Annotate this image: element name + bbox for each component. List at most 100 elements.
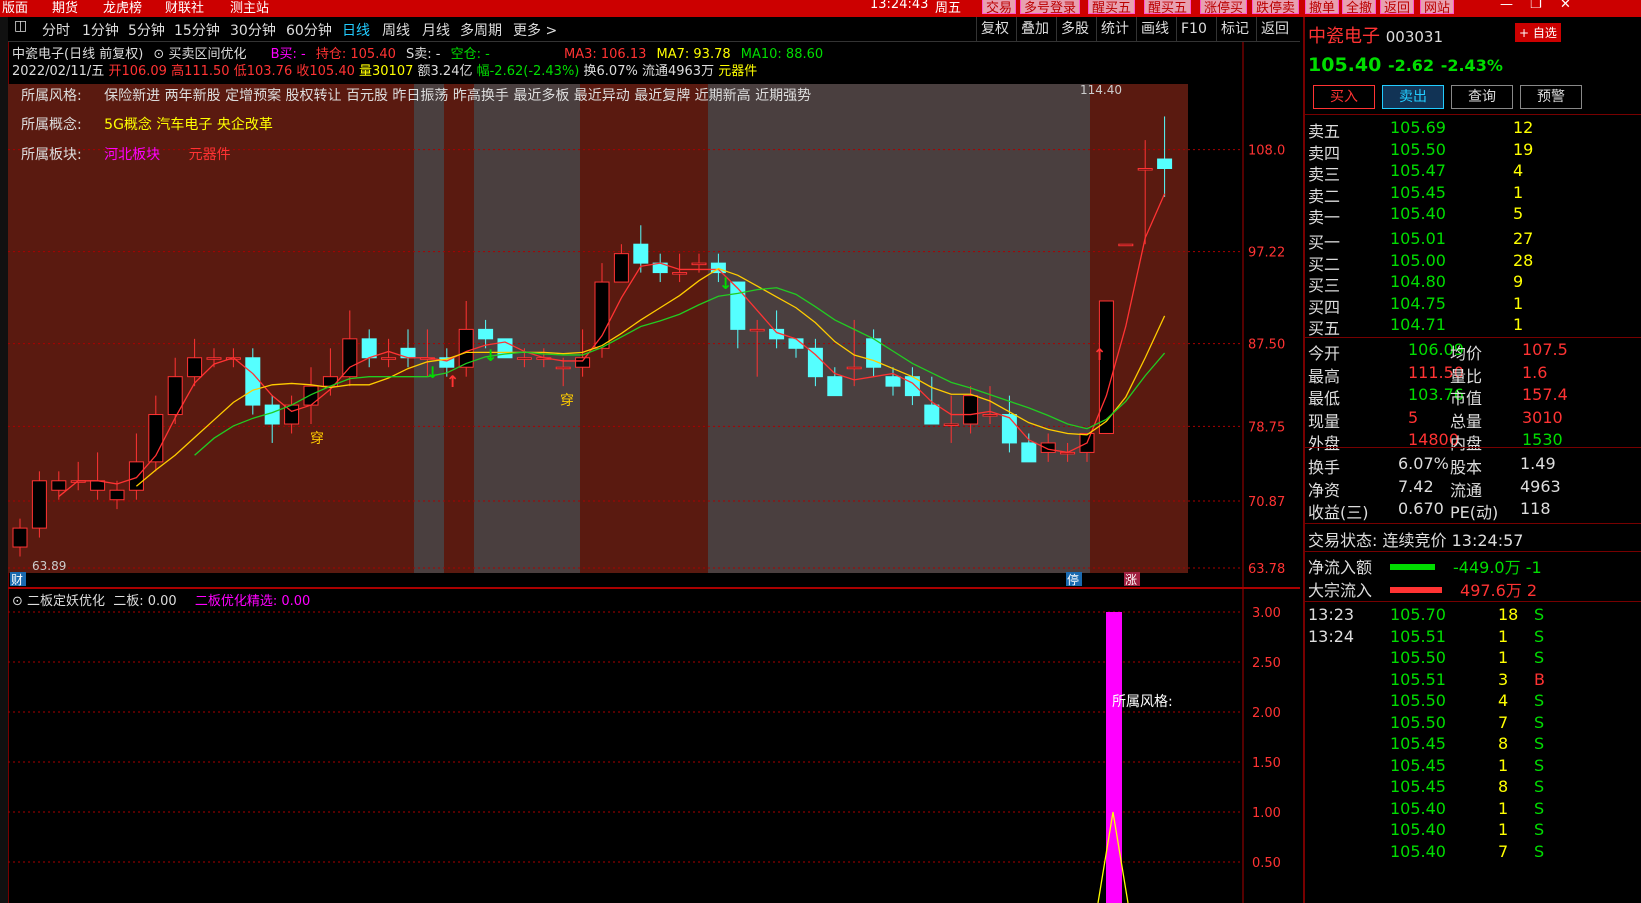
period-tab[interactable]: 15分钟 <box>174 20 220 40</box>
bottom-tag: 停 <box>1067 572 1079 587</box>
chart-area[interactable]: 108.0 97.22 87.50 78.75 70.87 63.78 3.00 2.50 2.… <box>8 42 1300 903</box>
period-tab[interactable]: 60分钟 <box>286 20 332 40</box>
add-watchlist-button[interactable]: + 自选 <box>1515 23 1561 42</box>
alert-button[interactable]: 预警 <box>1520 85 1582 109</box>
ohlc-float: 流通4963万 <box>641 64 715 79</box>
sub-title[interactable]: 二板定妖优化 <box>27 594 105 609</box>
chuan-marker: 穿 <box>310 431 324 447</box>
limit-up-buy-button[interactable]: 涨停买 <box>1200 0 1248 16</box>
website-button[interactable]: 网站 <box>1420 0 1455 16</box>
kline-chart[interactable]: 108.0 97.22 87.50 78.75 70.87 63.78 3.00 2.50 2.… <box>8 42 1300 903</box>
trade-button[interactable]: 交易 <box>982 0 1017 16</box>
period-tab[interactable]: 多周期 <box>460 20 502 40</box>
close-icon[interactable]: ✕ <box>1560 0 1571 12</box>
ohlc-turn: 换6.07% <box>583 64 638 79</box>
y-tick-label: 97.22 <box>1248 246 1285 261</box>
menu-item[interactable]: 期货 <box>52 0 78 16</box>
period-tab[interactable]: 周线 <box>382 20 410 40</box>
period-tab[interactable]: 30分钟 <box>230 20 276 40</box>
candle-body <box>1118 243 1134 247</box>
board-value-1: 河北板块 <box>104 147 161 163</box>
sub-indicator-icon[interactable]: ⊙ <box>12 594 23 609</box>
candle-body <box>1137 167 1153 171</box>
quote-price: 105.40 -2.62 -2.43% <box>1308 54 1503 76</box>
weekday: 周五 <box>935 1 962 16</box>
candle-body <box>924 404 940 425</box>
sub-bar <box>1106 612 1122 903</box>
candle-body <box>827 376 843 397</box>
ohlc-open: 开106.09 <box>108 64 167 79</box>
top-menu-bar: 版面 期货 龙虎榜 财联社 测主站 13:24:43 周五 交易 多号登录 醒买… <box>0 0 1641 17</box>
bg-grey-band <box>474 84 580 573</box>
quick-buy-button[interactable]: 醒买五 <box>1088 0 1136 16</box>
limit-down-sell-button[interactable]: 跌停卖 <box>1252 0 1300 16</box>
signal-arrow-icon: ↓ <box>484 346 497 365</box>
low-label: 63.89 <box>32 559 66 573</box>
period-tab[interactable]: 5分钟 <box>128 20 165 40</box>
candle-body <box>575 357 591 368</box>
candle-body <box>51 480 67 491</box>
draw-button[interactable]: 画线 <box>1136 17 1173 41</box>
ohlc-chg: 幅-2.62(-2.43%) <box>476 64 580 79</box>
maximize-icon[interactable]: ❐ <box>1530 0 1542 12</box>
cancel-all-button[interactable]: 全撤 <box>1342 0 1377 16</box>
f10-button[interactable]: F10 <box>1176 17 1211 41</box>
candle-body <box>206 357 222 360</box>
menu-item[interactable]: 龙虎榜 <box>103 0 142 16</box>
overlay-button[interactable]: 叠加 <box>1016 17 1053 41</box>
minimize-icon[interactable]: — <box>1500 0 1513 12</box>
concept-label: 所属概念: <box>21 117 82 133</box>
period-tab[interactable]: 分时 <box>42 20 70 40</box>
candle-body <box>1040 442 1056 453</box>
candle-body <box>982 414 998 417</box>
stats-button[interactable]: 统计 <box>1096 17 1133 41</box>
menu-item[interactable]: 财联社 <box>165 0 204 16</box>
candle-body <box>109 489 125 501</box>
candle-body <box>672 272 688 275</box>
candle-body <box>303 385 319 406</box>
style-value: 保险新进 两年新股 定增预案 股权转让 百元股 昨日振荡 昨高换手 最近多板 最… <box>104 88 812 104</box>
ohlc-line: 2022/02/11/五 开106.09 高111.50 低103.76 收10… <box>12 60 757 79</box>
sell-button[interactable]: 卖出 <box>1382 85 1444 109</box>
board-tags: 所属板块: 河北板块 元器件 <box>21 144 231 164</box>
query-button[interactable]: 查询 <box>1451 85 1513 109</box>
candle-body <box>594 281 610 349</box>
cancel-order-button[interactable]: 撤单 <box>1305 0 1340 16</box>
candle-body <box>691 262 707 266</box>
sub-tick-label: 1.00 <box>1252 806 1281 821</box>
signal-arrow-icon: ↑ <box>446 372 459 391</box>
return-button[interactable]: 返回 <box>1256 17 1293 41</box>
candle-body <box>807 347 823 378</box>
period-tab-daily[interactable]: 日线 <box>342 20 370 40</box>
multi-stock-button[interactable]: 多股 <box>1056 17 1093 41</box>
ohlc-vol: 量30107 <box>359 64 414 79</box>
candle-body <box>749 328 765 332</box>
candle-body <box>1098 300 1114 434</box>
y-tick-label: 78.75 <box>1248 420 1285 435</box>
candle-body <box>555 366 571 370</box>
multi-login-button[interactable]: 多号登录 <box>1020 0 1081 16</box>
y-tick-label: 70.87 <box>1248 495 1285 510</box>
menu-item[interactable]: 测主站 <box>230 0 269 16</box>
adjust-button[interactable]: 复权 <box>976 17 1013 41</box>
board-value-2: 元器件 <box>188 147 231 163</box>
candle-body <box>516 357 532 360</box>
candle-body <box>187 357 203 378</box>
net-flow: 净流入额 -449.0万 -1 <box>1308 558 1542 577</box>
sub-selection: 二板优化精选: 0.00 <box>194 594 311 609</box>
back-button[interactable]: 返回 <box>1380 0 1415 16</box>
panel-toggle-icon[interactable]: ◫ <box>14 18 27 34</box>
trade-status: 交易状态: 连续竞价 13:24:57 <box>1308 531 1524 550</box>
menu-item[interactable]: 版面 <box>2 0 28 16</box>
buy-button[interactable]: 买入 <box>1313 85 1375 109</box>
more-tab[interactable]: 更多 > <box>513 20 557 40</box>
signal-arrow-icon: ↓ <box>719 274 732 293</box>
quick-buy2-button[interactable]: 醒买五 <box>1144 0 1192 16</box>
period-tab[interactable]: 1分钟 <box>82 20 119 40</box>
style-label: 所属风格: <box>21 88 82 104</box>
mark-button[interactable]: 标记 <box>1216 17 1253 41</box>
ohlc-date: 2022/02/11/五 <box>12 64 105 79</box>
sub-value: 二板: 0.00 <box>113 594 177 609</box>
candle-body <box>846 366 862 370</box>
period-tab[interactable]: 月线 <box>422 20 450 40</box>
